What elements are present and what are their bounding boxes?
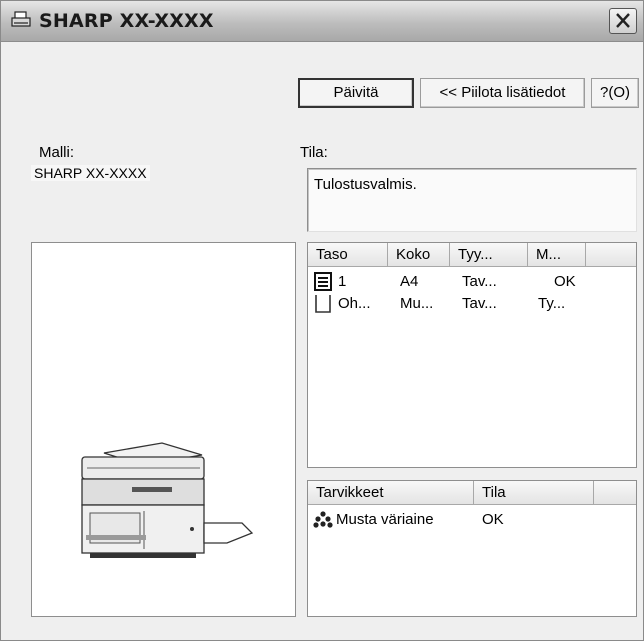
paper-tray-icon (314, 272, 332, 291)
status-label: Tila: (300, 144, 328, 161)
type-cell: Tav... (462, 295, 497, 312)
bypass-tray-icon (315, 295, 331, 313)
printer-image-panel (31, 242, 296, 617)
supply-status-column-header[interactable]: Tila (474, 481, 594, 505)
title-bar[interactable]: SHARP XX-XXXX (1, 1, 643, 42)
printer-status-window: SHARP XX-XXXX Päivitä << Piilota lisätie… (0, 0, 644, 641)
size-cell: A4 (400, 273, 419, 290)
tray-column-header[interactable]: Taso (308, 243, 388, 267)
type-column-header[interactable]: Tyy... (450, 243, 528, 267)
copier-illustration (81, 442, 254, 558)
close-icon (616, 13, 630, 28)
blank-column-header (586, 243, 636, 267)
list-item[interactable]: Oh... Mu... Tav... Ty... (308, 293, 636, 315)
tray-cell: Oh... (338, 295, 371, 312)
window-title: SHARP XX-XXXX (39, 10, 214, 32)
status-field: Tulostusvalmis. (307, 168, 637, 232)
close-button[interactable] (609, 8, 637, 34)
list-item[interactable]: Musta väriaine OK (308, 509, 636, 531)
status-cell: Ty... (538, 295, 566, 312)
status-column-header[interactable]: M... (528, 243, 586, 267)
status-cell: OK (554, 273, 576, 290)
model-label: Malli: (39, 144, 75, 161)
supply-status-cell: OK (482, 511, 504, 528)
toner-icon (313, 511, 333, 528)
blank-column-header (594, 481, 636, 505)
tray-cell: 1 (338, 273, 347, 290)
supplies-column-header[interactable]: Tarvikkeet (308, 481, 474, 505)
supplies-list[interactable]: Tarvikkeet Tila Musta väriaine OK (307, 480, 637, 617)
size-cell: Mu... (400, 295, 434, 312)
refresh-button[interactable]: Päivitä (298, 78, 414, 108)
help-button[interactable]: ?(O) (591, 78, 639, 108)
status-value: Tulostusvalmis. (314, 176, 417, 193)
model-value: SHARP XX-XXXX (31, 165, 150, 181)
size-column-header[interactable]: Koko (388, 243, 450, 267)
hide-details-button[interactable]: << Piilota lisätiedot (420, 78, 585, 108)
type-cell: Tav... (462, 273, 497, 290)
tray-list[interactable]: Taso Koko Tyy... M... 1 A4 Tav... OK Oh.… (307, 242, 637, 468)
printer-icon (11, 11, 31, 27)
list-item[interactable]: 1 A4 Tav... OK (308, 271, 636, 293)
supply-name-cell: Musta väriaine (336, 511, 434, 528)
